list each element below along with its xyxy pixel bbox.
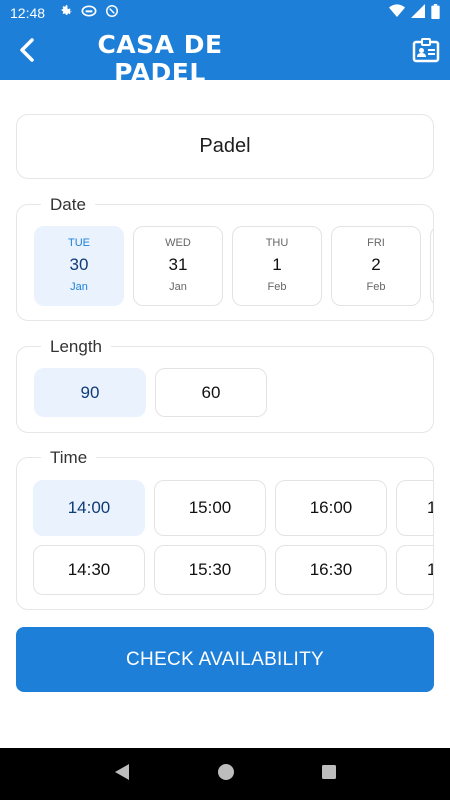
time-slot[interactable]: 15:30 <box>154 545 266 595</box>
wifi-icon <box>389 4 405 21</box>
profile-button[interactable] <box>412 38 440 66</box>
check-availability-button[interactable]: CHECK AVAILABILITY <box>16 627 434 692</box>
status-right-icons <box>389 3 440 22</box>
app-header: CASA DE PADEL 365 DAYS OF FUN <box>0 25 450 100</box>
date-month: Jan <box>70 281 88 293</box>
date-day-of-week: TUE <box>68 237 90 249</box>
date-tile[interactable]: THU 1 Feb <box>232 226 322 306</box>
date-tile[interactable]: FRI 2 Feb <box>331 226 421 306</box>
date-section: Date TUE 30 Jan WED 31 Jan THU 1 Feb FRI… <box>16 195 434 321</box>
date-month: Feb <box>267 281 287 293</box>
date-day: 30 <box>69 255 89 274</box>
time-grid: 14:00 15:00 16:00 1 14:30 15:30 16:30 1 <box>33 480 433 595</box>
sport-selector[interactable]: Padel <box>16 114 434 179</box>
time-slot[interactable]: 16:00 <box>275 480 387 536</box>
sync-icon <box>105 4 119 21</box>
logo-subtitle: 365 DAYS OF FUN <box>114 91 206 100</box>
date-row: TUE 30 Jan WED 31 Jan THU 1 Feb FRI 2 Fe… <box>34 226 433 306</box>
date-tile-partial[interactable] <box>430 226 433 306</box>
id-card-icon <box>412 38 440 68</box>
time-scroller[interactable]: 14:00 15:00 16:00 1 14:30 15:30 16:30 1 <box>17 458 433 609</box>
date-scroller[interactable]: TUE 30 Jan WED 31 Jan THU 1 Feb FRI 2 Fe… <box>17 205 433 320</box>
date-day: 31 <box>168 255 188 274</box>
home-circle-icon[interactable] <box>217 763 235 786</box>
gear-icon <box>59 4 73 21</box>
status-bar: 12:48 <box>0 0 450 25</box>
date-month: Jan <box>169 281 187 293</box>
date-day-of-week: FRI <box>367 237 385 249</box>
battery-icon <box>431 3 440 22</box>
length-options: 90 60 <box>34 368 267 417</box>
date-day-of-week: THU <box>265 237 289 249</box>
date-tile[interactable]: WED 31 Jan <box>133 226 223 306</box>
length-label: Length <box>41 337 111 357</box>
date-day: 1 <box>272 255 282 274</box>
back-triangle-icon[interactable] <box>113 763 131 786</box>
status-time: 12:48 <box>10 4 46 21</box>
logo-title: CASA DE PADEL <box>97 30 223 87</box>
date-day-of-week: WED <box>165 237 191 249</box>
time-slot-partial[interactable]: 1 <box>396 545 433 595</box>
logo-divider <box>78 89 242 90</box>
time-slot[interactable]: 14:00 <box>33 480 145 536</box>
status-left-icons <box>59 4 119 21</box>
length-option[interactable]: 60 <box>155 368 267 417</box>
time-slot[interactable]: 15:00 <box>154 480 266 536</box>
game-controller-icon <box>81 4 97 21</box>
time-slot[interactable]: 14:30 <box>33 545 145 595</box>
time-section: Time 14:00 15:00 16:00 1 14:30 15:30 16:… <box>16 448 434 610</box>
time-slot[interactable]: 16:30 <box>275 545 387 595</box>
length-section: Length 90 60 <box>16 337 434 433</box>
app-logo: CASA DE PADEL 365 DAYS OF FUN <box>60 31 260 100</box>
time-slot-partial[interactable]: 1 <box>396 480 433 536</box>
system-nav-bar <box>0 748 450 800</box>
date-month: Feb <box>366 281 386 293</box>
chevron-left-icon <box>17 37 37 67</box>
date-tile[interactable]: TUE 30 Jan <box>34 226 124 306</box>
sport-value: Padel <box>199 135 251 157</box>
cellular-signal-icon <box>411 4 425 21</box>
back-button[interactable] <box>12 37 42 67</box>
recents-square-icon[interactable] <box>321 764 337 785</box>
date-day: 2 <box>371 255 381 274</box>
length-option[interactable]: 90 <box>34 368 146 417</box>
